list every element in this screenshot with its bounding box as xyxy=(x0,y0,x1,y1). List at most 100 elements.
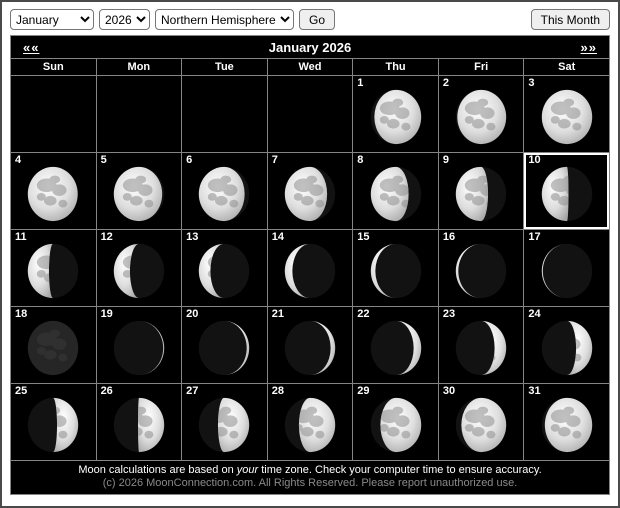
day-number: 24 xyxy=(528,308,540,320)
calendar-week-row: 45678910 xyxy=(11,153,609,229)
moon-phase-image xyxy=(112,396,166,454)
calendar-cell-day-19: 19 xyxy=(97,307,182,383)
calendar-cell-day-27: 27 xyxy=(182,384,267,460)
day-number: 22 xyxy=(357,308,369,320)
calendar-cell-day-17: 17 xyxy=(524,230,609,306)
month-select[interactable]: January xyxy=(10,9,94,30)
prev-month-link[interactable]: «« xyxy=(23,40,39,55)
day-number: 6 xyxy=(186,154,192,166)
calendar-cell-day-11: 11 xyxy=(11,230,96,306)
calendar-cell-day-14: 14 xyxy=(268,230,353,306)
moon-phase-image xyxy=(26,165,80,223)
moon-phase-image xyxy=(112,319,166,377)
calendar-cell-day-6: 6 xyxy=(182,153,267,229)
day-number: 3 xyxy=(528,77,534,89)
hemisphere-select[interactable]: Northern Hemisphere xyxy=(155,9,294,30)
moon-phase-image xyxy=(197,396,251,454)
day-number: 19 xyxy=(101,308,113,320)
moon-phase-image xyxy=(540,319,594,377)
moon-phase-image xyxy=(283,242,337,300)
day-number: 30 xyxy=(443,385,455,397)
calendar-cell-day-3: 3 xyxy=(524,76,609,152)
day-number: 26 xyxy=(101,385,113,397)
day-number: 2 xyxy=(443,77,449,89)
year-select[interactable]: 2026 xyxy=(99,9,150,30)
moon-phase-image xyxy=(454,242,508,300)
moon-phase-image xyxy=(26,396,80,454)
calendar-title: January 2026 xyxy=(39,40,580,55)
calendar-cell-day-18: 18 xyxy=(11,307,96,383)
calendar-cell-empty xyxy=(11,76,96,152)
calendar-footer: Moon calculations are based on your time… xyxy=(11,461,609,494)
day-header-mon: Mon xyxy=(97,59,182,75)
this-month-button[interactable]: This Month xyxy=(531,9,610,30)
day-number: 28 xyxy=(272,385,284,397)
calendar-cell-day-31: 31 xyxy=(524,384,609,460)
moon-phase-image xyxy=(26,319,80,377)
calendar-cell-day-10: 10 xyxy=(524,153,609,229)
calendar-cell-day-13: 13 xyxy=(182,230,267,306)
calendar-header: «« January 2026 »» xyxy=(11,36,609,58)
day-number: 29 xyxy=(357,385,369,397)
day-number: 7 xyxy=(272,154,278,166)
day-header-wed: Wed xyxy=(268,59,353,75)
day-number: 9 xyxy=(443,154,449,166)
moon-phase-image xyxy=(454,396,508,454)
day-header-thu: Thu xyxy=(353,59,438,75)
day-number: 5 xyxy=(101,154,107,166)
footer-note-post: time zone. Check your computer time to e… xyxy=(258,464,541,476)
day-number: 12 xyxy=(101,231,113,243)
calendar-cell-day-8: 8 xyxy=(353,153,438,229)
moon-phase-image xyxy=(454,319,508,377)
calendar-cell-day-1: 1 xyxy=(353,76,438,152)
day-number: 31 xyxy=(528,385,540,397)
day-number: 11 xyxy=(15,231,27,243)
moon-phase-image xyxy=(197,242,251,300)
calendar-cell-day-25: 25 xyxy=(11,384,96,460)
moon-phase-image xyxy=(540,396,594,454)
calendar-cell-day-28: 28 xyxy=(268,384,353,460)
day-number: 10 xyxy=(528,154,540,166)
next-month-link[interactable]: »» xyxy=(581,40,597,55)
moon-phase-image xyxy=(112,242,166,300)
calendar-cell-day-9: 9 xyxy=(439,153,524,229)
moon-phase-image xyxy=(283,319,337,377)
calendar-cell-empty xyxy=(97,76,182,152)
calendar-cell-day-5: 5 xyxy=(97,153,182,229)
moon-phase-image xyxy=(454,165,508,223)
moon-phase-image xyxy=(540,88,594,146)
day-number: 13 xyxy=(186,231,198,243)
day-number: 20 xyxy=(186,308,198,320)
calendar-cell-day-2: 2 xyxy=(439,76,524,152)
day-number: 17 xyxy=(528,231,540,243)
calendar-cell-day-20: 20 xyxy=(182,307,267,383)
day-header-row: SunMonTueWedThuFriSat xyxy=(11,59,609,75)
moon-phase-image xyxy=(540,165,594,223)
moon-phase-image xyxy=(283,165,337,223)
day-header-sat: Sat xyxy=(524,59,609,75)
calendar-cell-empty xyxy=(268,76,353,152)
footer-note-emphasis: your xyxy=(237,464,258,476)
calendar-week-row: 12 3 xyxy=(11,76,609,152)
moon-phase-image xyxy=(197,165,251,223)
calendar-cell-empty xyxy=(182,76,267,152)
calendar-cell-day-30: 30 xyxy=(439,384,524,460)
day-number: 16 xyxy=(443,231,455,243)
moon-phase-image xyxy=(112,165,166,223)
moon-phase-image xyxy=(369,242,423,300)
calendar-cell-day-4: 4 xyxy=(11,153,96,229)
calendar-week-row: 11 12 13 14 15 16 17 xyxy=(11,230,609,306)
moon-phase-image xyxy=(369,88,423,146)
moon-phase-image xyxy=(283,396,337,454)
calendar-cell-day-23: 23 xyxy=(439,307,524,383)
moon-phase-image xyxy=(369,319,423,377)
day-header-sun: Sun xyxy=(11,59,96,75)
day-header-fri: Fri xyxy=(439,59,524,75)
go-button[interactable]: Go xyxy=(299,9,335,30)
moon-phase-image xyxy=(197,319,251,377)
moon-phase-image xyxy=(369,396,423,454)
calendar-cell-day-7: 7 xyxy=(268,153,353,229)
day-number: 15 xyxy=(357,231,369,243)
day-header-tue: Tue xyxy=(182,59,267,75)
calendar-cell-day-12: 12 xyxy=(97,230,182,306)
